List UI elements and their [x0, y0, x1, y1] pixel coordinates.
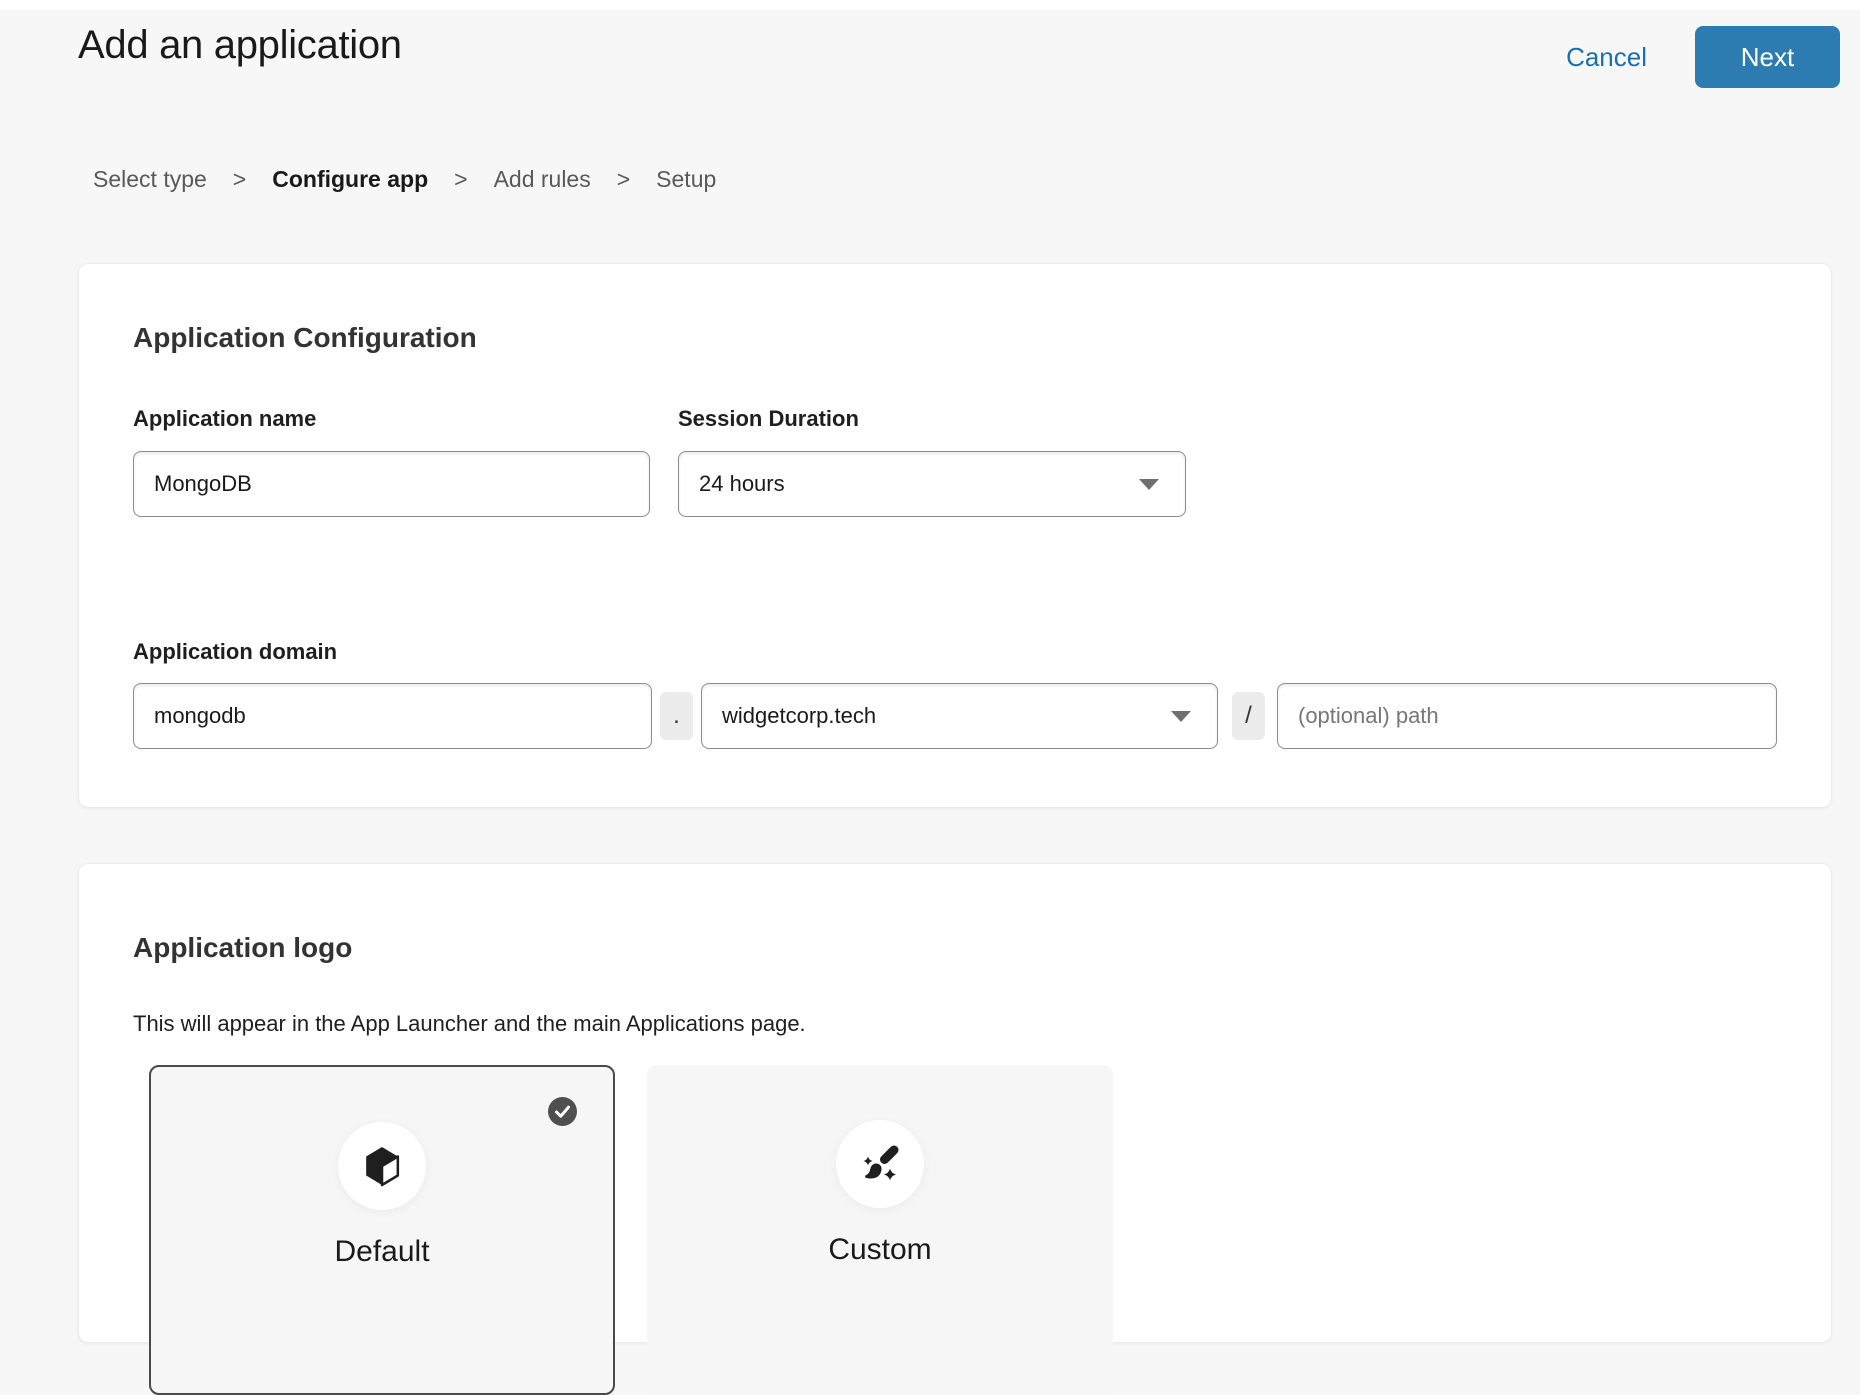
application-domain-label: Application domain — [133, 639, 1777, 665]
breadcrumb-separator: > — [617, 166, 630, 193]
header-actions: Cancel Next — [1566, 26, 1840, 88]
cancel-button[interactable]: Cancel — [1566, 42, 1647, 73]
application-logo-description: This will appear in the App Launcher and… — [133, 1011, 1777, 1037]
breadcrumb-separator: > — [233, 166, 246, 193]
logo-option-default-label: Default — [151, 1235, 613, 1269]
application-name-label: Application name — [133, 406, 678, 432]
application-logo-card: Application logo This will appear in the… — [78, 863, 1832, 1343]
logo-options: Default Custom — [149, 1065, 1777, 1395]
application-configuration-card: Application Configuration Application na… — [78, 263, 1832, 808]
name-session-inputs-row: 24 hours — [133, 451, 1777, 517]
domain-value: widgetcorp.tech — [722, 703, 876, 729]
default-logo-circle — [338, 1122, 426, 1210]
session-duration-select[interactable]: 24 hours — [678, 451, 1186, 517]
cube-icon — [363, 1145, 401, 1187]
session-duration-value: 24 hours — [699, 471, 785, 497]
breadcrumb-step-add-rules[interactable]: Add rules — [494, 166, 591, 193]
session-duration-label: Session Duration — [678, 406, 859, 432]
subdomain-input[interactable] — [133, 683, 652, 749]
slash-separator: / — [1232, 692, 1265, 740]
breadcrumb-step-configure-app[interactable]: Configure app — [272, 166, 428, 193]
logo-option-default[interactable]: Default — [149, 1065, 615, 1395]
name-session-labels-row: Application name Session Duration — [133, 406, 1777, 432]
breadcrumb-step-setup[interactable]: Setup — [656, 166, 716, 193]
application-configuration-heading: Application Configuration — [133, 321, 1777, 355]
path-input[interactable] — [1277, 683, 1777, 749]
dot-separator: . — [660, 692, 693, 740]
logo-option-custom[interactable]: Custom — [647, 1065, 1113, 1395]
breadcrumb-separator: > — [454, 166, 467, 193]
next-button[interactable]: Next — [1695, 26, 1840, 88]
application-name-input[interactable] — [133, 451, 650, 517]
chevron-down-icon — [1171, 711, 1191, 722]
application-domain-row: . widgetcorp.tech / — [133, 683, 1777, 749]
top-strip — [0, 0, 1860, 10]
chevron-down-icon — [1139, 479, 1159, 490]
breadcrumb: Select type > Configure app > Add rules … — [93, 166, 716, 193]
logo-option-custom-label: Custom — [647, 1233, 1113, 1267]
breadcrumb-step-select-type[interactable]: Select type — [93, 166, 207, 193]
application-logo-heading: Application logo — [133, 931, 1777, 965]
page-title: Add an application — [78, 20, 402, 70]
custom-logo-circle — [836, 1120, 924, 1208]
check-icon — [548, 1097, 577, 1126]
paintbrush-icon — [860, 1144, 900, 1184]
domain-select[interactable]: widgetcorp.tech — [701, 683, 1218, 749]
